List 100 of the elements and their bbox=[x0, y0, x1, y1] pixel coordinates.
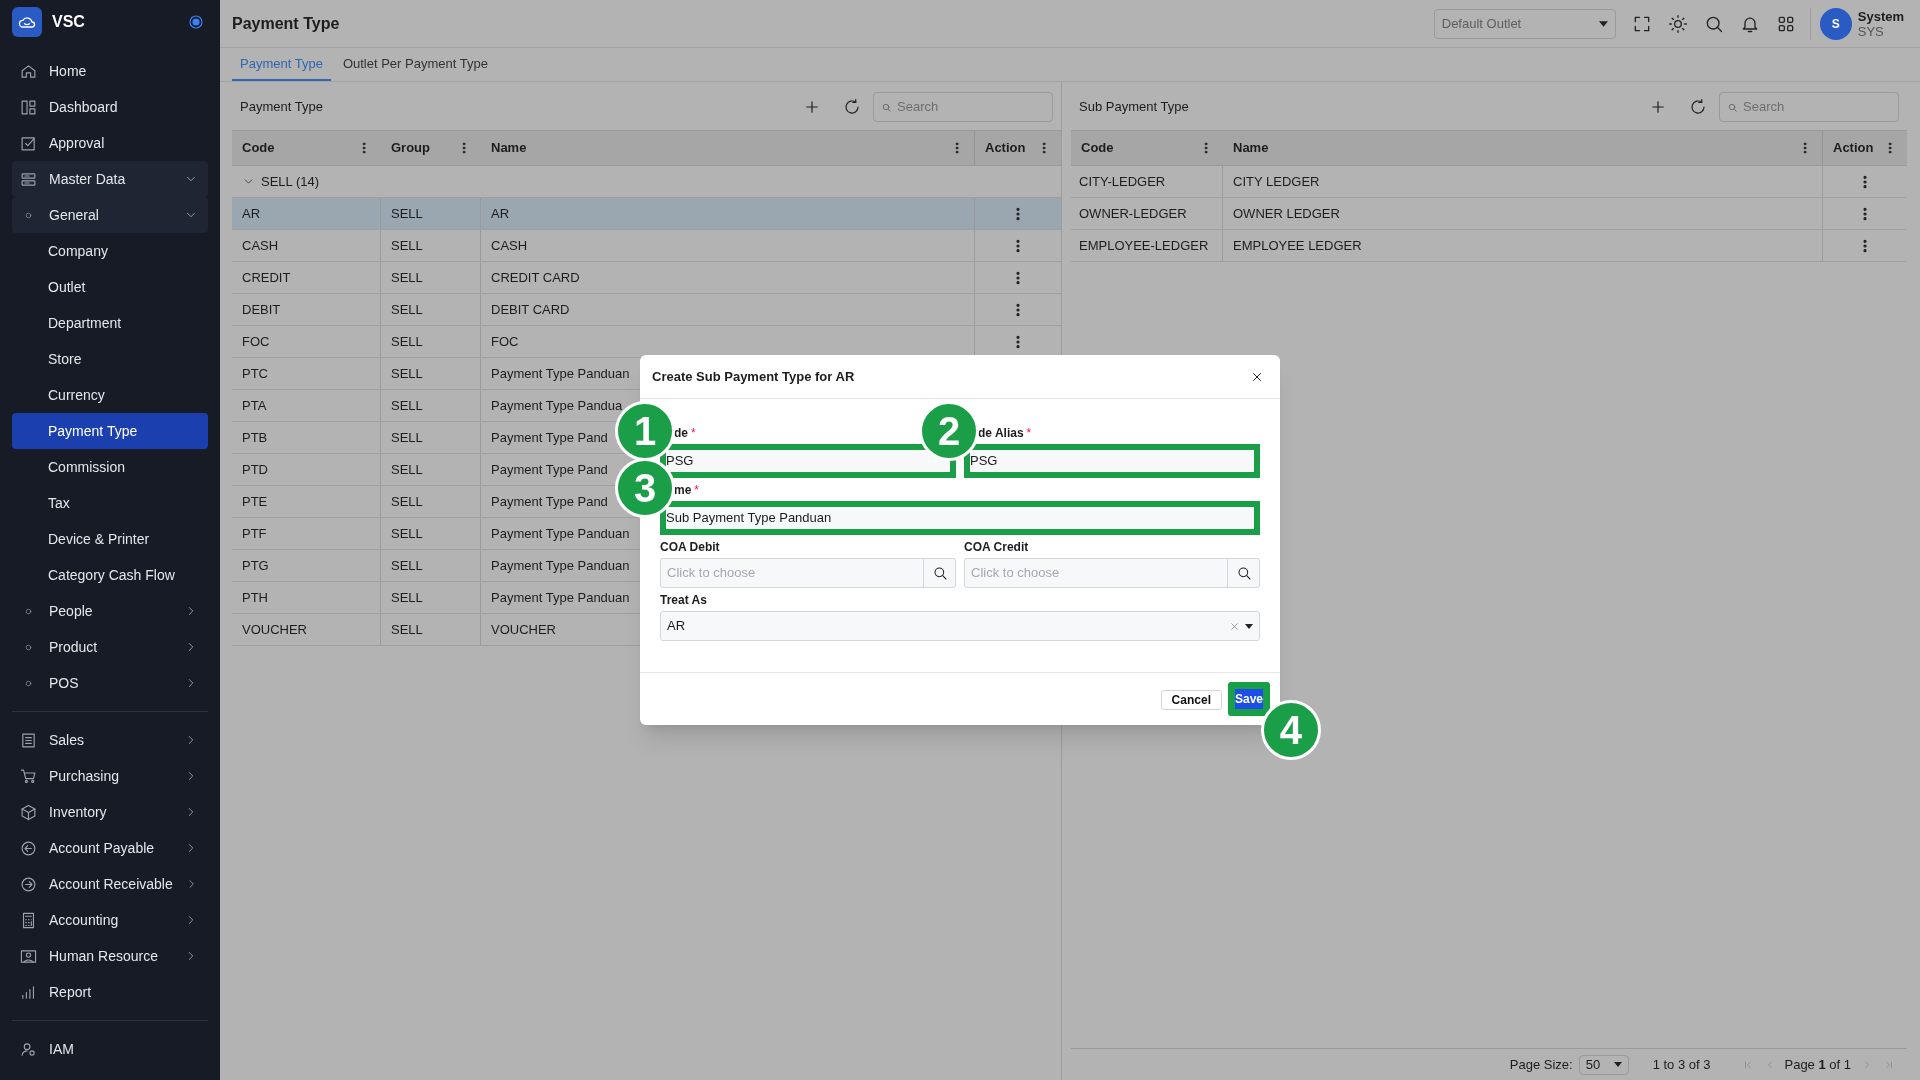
page-indicator: Page 1 of 1 bbox=[1784, 1055, 1851, 1074]
checkbox-icon bbox=[20, 134, 37, 152]
box-icon bbox=[20, 803, 37, 821]
sidebar-item[interactable]: People bbox=[12, 593, 208, 629]
column-header: Code bbox=[242, 139, 275, 158]
app-name: VSC bbox=[52, 12, 85, 32]
arrow-left-circle-icon bbox=[20, 839, 37, 857]
sidebar-item[interactable]: Company bbox=[12, 233, 208, 269]
table-cell: PTG bbox=[232, 550, 381, 581]
sidebar-item[interactable]: Account Receivable bbox=[12, 866, 208, 902]
table-cell: PTC bbox=[232, 358, 381, 389]
table-cell: CREDIT CARD bbox=[481, 262, 975, 293]
table-cell: SELL bbox=[381, 422, 481, 453]
panel-title: Sub Payment Type bbox=[1079, 98, 1189, 117]
table-cell: CASH bbox=[232, 230, 381, 261]
user-avatar[interactable]: S bbox=[1819, 7, 1852, 40]
table-row[interactable]: AR SELL AR bbox=[232, 198, 1061, 230]
sidebar-item[interactable]: Tax bbox=[12, 485, 208, 521]
id-card-icon bbox=[20, 947, 37, 965]
table-cell: DEBIT bbox=[232, 294, 381, 325]
sidebar-item[interactable]: Payment Type bbox=[12, 413, 208, 449]
calculator-icon bbox=[20, 911, 37, 929]
table-row[interactable]: DEBIT SELL DEBIT CARD bbox=[232, 294, 1061, 326]
save-button[interactable]: Save bbox=[1227, 682, 1270, 716]
user-settings-icon bbox=[20, 1040, 37, 1058]
select-field[interactable]: AR bbox=[660, 611, 1260, 641]
table-cell: CASH bbox=[481, 230, 975, 261]
table-cell: PTB bbox=[232, 422, 381, 453]
cancel-button[interactable]: Cancel bbox=[1160, 690, 1222, 710]
sidebar-item[interactable]: Commission bbox=[12, 449, 208, 485]
sidebar-item[interactable]: Outlet bbox=[12, 269, 208, 305]
refresh-icon[interactable] bbox=[843, 98, 861, 116]
dashboard-icon bbox=[20, 98, 37, 116]
sidebar-item[interactable]: Master Data bbox=[12, 161, 208, 197]
bar-chart-icon bbox=[20, 983, 37, 1001]
plus-icon[interactable] bbox=[803, 98, 821, 116]
table-cell: SELL bbox=[381, 454, 481, 485]
page-range: 1 to 3 of 3 bbox=[1652, 1055, 1711, 1074]
brightness-icon[interactable] bbox=[1667, 13, 1688, 34]
sidebar-item[interactable]: Approval bbox=[12, 125, 208, 161]
sidebar-item[interactable]: Purchasing bbox=[12, 758, 208, 794]
cart-icon bbox=[20, 767, 37, 785]
sidebar-item[interactable]: IAM bbox=[12, 1031, 208, 1067]
sidebar-toggle-icon[interactable] bbox=[188, 14, 204, 30]
refresh-icon[interactable] bbox=[1689, 98, 1707, 116]
sidebar-item[interactable]: Store bbox=[12, 341, 208, 377]
page-size-select[interactable]: 50 bbox=[1578, 1054, 1629, 1075]
sidebar-item[interactable]: Inventory bbox=[12, 794, 208, 830]
sidebar-item[interactable]: Accounting bbox=[12, 902, 208, 938]
user-name: System bbox=[1857, 8, 1904, 24]
table-cell: AR bbox=[232, 198, 381, 229]
page-size-label: Page Size: bbox=[1509, 1055, 1573, 1074]
dropdown-caret-icon bbox=[1613, 1062, 1622, 1067]
table-cell: VOUCHER bbox=[232, 614, 381, 645]
tab[interactable]: Outlet Per Payment Type bbox=[334, 49, 496, 81]
server-icon bbox=[20, 170, 37, 188]
field-label: de bbox=[674, 425, 688, 442]
table-cell: AR bbox=[481, 198, 975, 229]
table-cell: PTE bbox=[232, 486, 381, 517]
input-field[interactable]: Sub Payment Type Panduan bbox=[660, 501, 1260, 535]
table-cell: DEBIT CARD bbox=[481, 294, 975, 325]
sidebar-item[interactable]: Account Payable bbox=[12, 830, 208, 866]
sidebar-item[interactable]: POS bbox=[12, 665, 208, 701]
table-cell: OWNER LEDGER bbox=[1223, 198, 1823, 229]
sidebar-item[interactable]: Dashboard bbox=[12, 89, 208, 125]
table-cell: FOC bbox=[232, 326, 381, 357]
table-cell: PTH bbox=[232, 582, 381, 613]
table-row[interactable]: CREDIT SELL CREDIT CARD bbox=[232, 262, 1061, 294]
required-mark: * bbox=[691, 425, 696, 442]
sidebar-item[interactable]: Currency bbox=[12, 377, 208, 413]
user-code: SYS bbox=[1857, 23, 1884, 39]
search-icon bbox=[881, 101, 892, 113]
sidebar-item[interactable]: Product bbox=[12, 629, 208, 665]
input-field[interactable]: PSG bbox=[660, 444, 956, 478]
table-cell: SELL bbox=[381, 614, 481, 645]
table-cell: SELL bbox=[381, 550, 481, 581]
plus-icon[interactable] bbox=[1649, 98, 1667, 116]
table-cell: PTF bbox=[232, 518, 381, 549]
sidebar-item[interactable]: Report bbox=[12, 974, 208, 1010]
sidebar-item[interactable]: Device & Printer bbox=[12, 521, 208, 557]
field-label: de Alias bbox=[978, 425, 1024, 442]
sidebar-item[interactable]: Department bbox=[12, 305, 208, 341]
sidebar-item[interactable]: General bbox=[12, 197, 208, 233]
search-icon[interactable] bbox=[1235, 565, 1252, 581]
clear-icon[interactable] bbox=[1229, 620, 1240, 632]
table-cell: SELL bbox=[381, 198, 481, 229]
sidebar-item[interactable]: Home bbox=[12, 53, 208, 89]
search-icon[interactable] bbox=[931, 565, 948, 581]
table-row[interactable]: CASH SELL CASH bbox=[232, 230, 1061, 262]
sidebar-item[interactable]: Sales bbox=[12, 722, 208, 758]
sidebar-item[interactable]: Human Resource bbox=[12, 938, 208, 974]
table-cell: CITY-LEDGER bbox=[1071, 166, 1223, 197]
column-header: Name bbox=[1233, 139, 1269, 158]
arrow-right-circle-icon bbox=[20, 875, 37, 893]
table-cell: CITY LEDGER bbox=[1223, 166, 1823, 197]
table-cell: SELL bbox=[381, 230, 481, 261]
sidebar-item[interactable]: Category Cash Flow bbox=[12, 557, 208, 593]
table-cell: PTD bbox=[232, 454, 381, 485]
input-field[interactable]: PSG bbox=[964, 444, 1260, 478]
receipt-icon bbox=[20, 731, 37, 749]
